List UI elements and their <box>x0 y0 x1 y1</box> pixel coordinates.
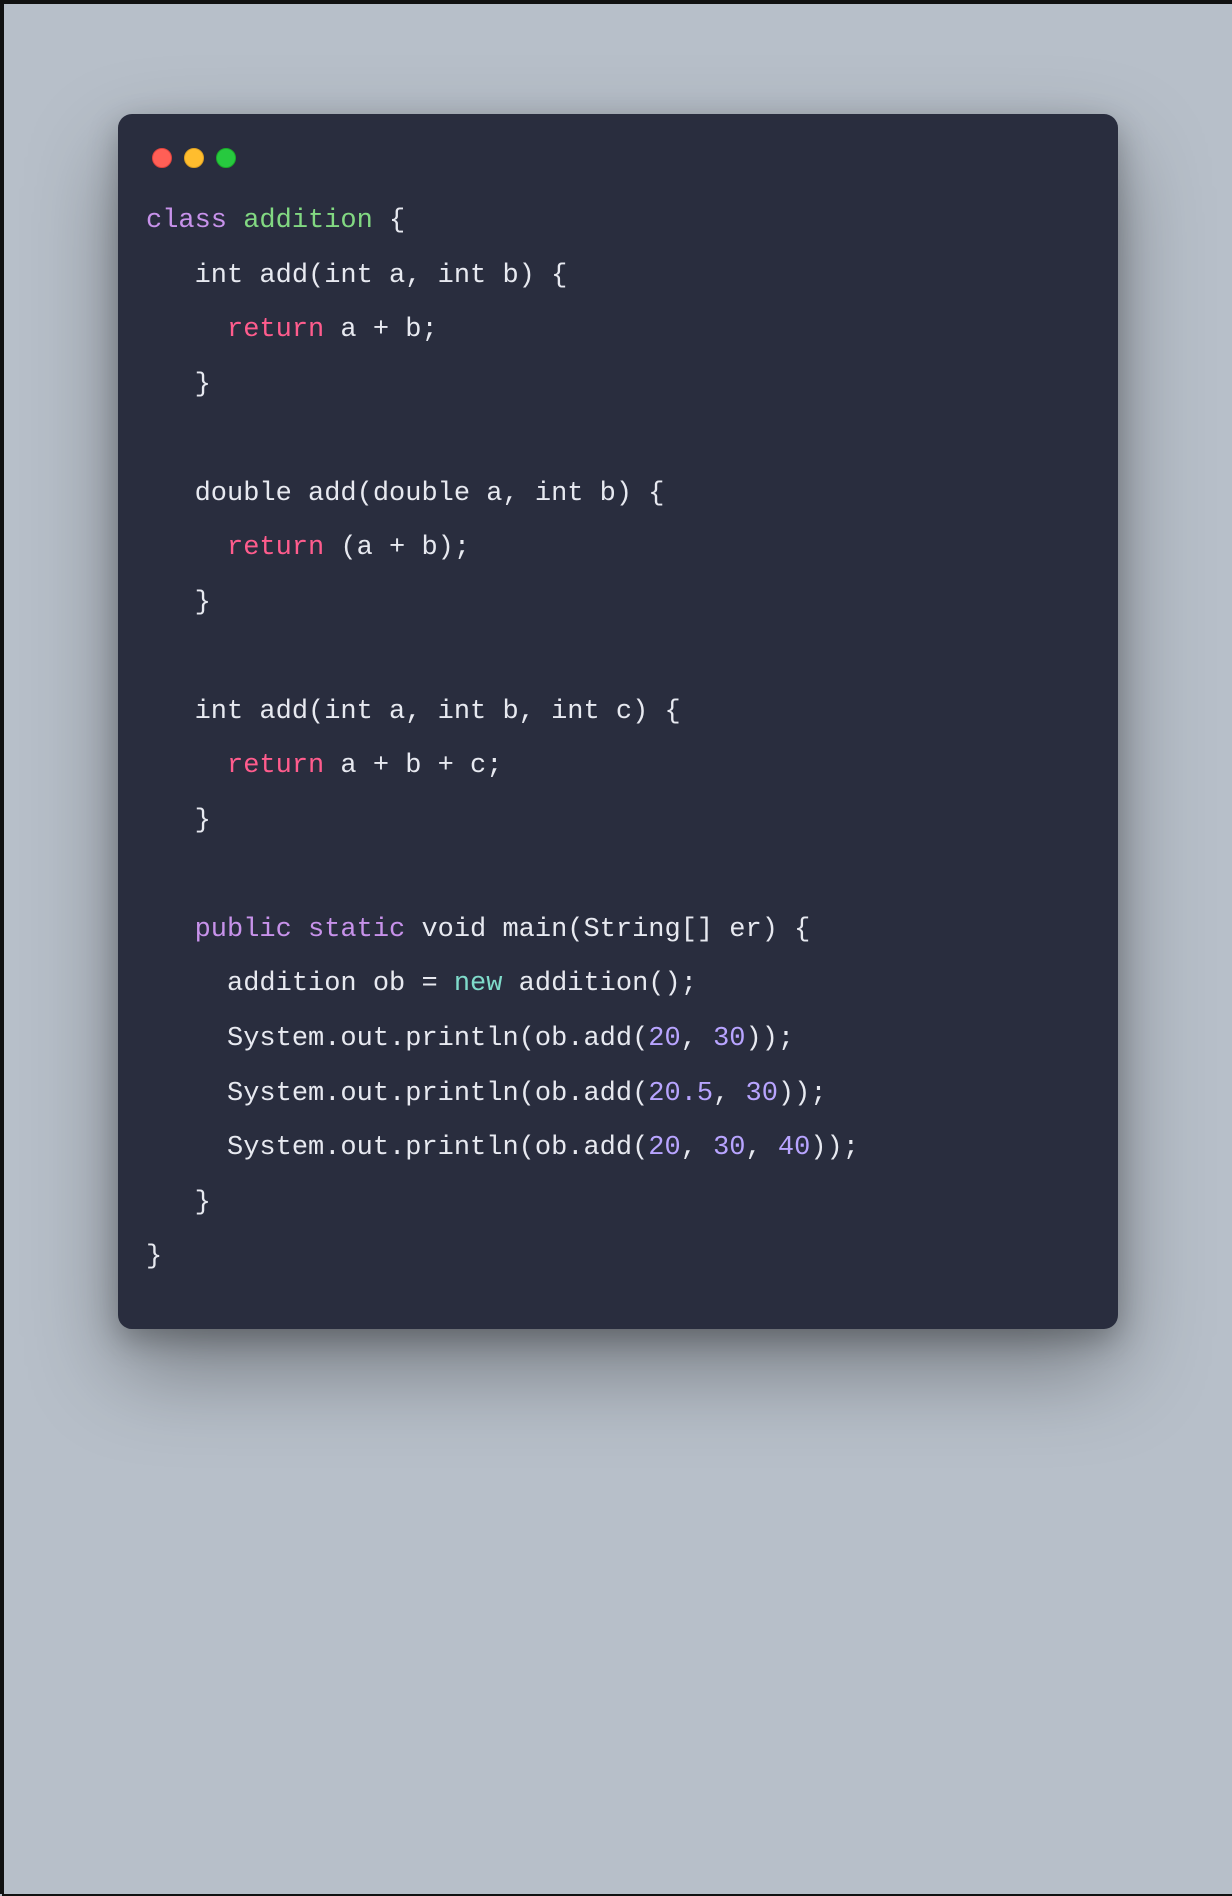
page-background: class addition { int add(int a, int b) {… <box>4 4 1232 1894</box>
number-literal: 40 <box>778 1133 810 1163</box>
code-text: , <box>681 1133 713 1163</box>
code-text: } <box>146 588 211 618</box>
code-text: , <box>713 1079 745 1109</box>
keyword-return: return <box>227 751 324 781</box>
code-text: int add(int a, int b) { <box>146 261 567 291</box>
keyword-return: return <box>227 315 324 345</box>
window-titlebar <box>146 148 1090 194</box>
code-text: System.out.println(ob.add( <box>146 1133 648 1163</box>
keyword-class: class <box>146 206 227 236</box>
code-text: int add(int a, int b, int c) { <box>146 697 681 727</box>
code-text: , <box>746 1133 778 1163</box>
code-text: )); <box>746 1024 795 1054</box>
code-text: } <box>146 370 211 400</box>
code-block: class addition { int add(int a, int b) {… <box>146 194 1090 1285</box>
number-literal: 30 <box>746 1079 778 1109</box>
code-text: a + b + c; <box>324 751 502 781</box>
code-text: (a + b); <box>324 533 470 563</box>
code-text: a + b; <box>324 315 437 345</box>
code-text: , <box>681 1024 713 1054</box>
keyword-public: public <box>195 915 292 945</box>
maximize-icon[interactable] <box>216 148 236 168</box>
code-text: { <box>373 206 405 236</box>
code-text: } <box>146 1242 162 1272</box>
code-text: } <box>146 1188 211 1218</box>
code-text: double add(double a, int b) { <box>146 479 664 509</box>
code-text: void main(String[] er) { <box>405 915 810 945</box>
code-text: )); <box>810 1133 859 1163</box>
code-text: System.out.println(ob.add( <box>146 1024 648 1054</box>
keyword-static: static <box>308 915 405 945</box>
code-text: } <box>146 806 211 836</box>
number-literal: 30 <box>713 1024 745 1054</box>
code-text: )); <box>778 1079 827 1109</box>
code-text: System.out.println(ob.add( <box>146 1079 648 1109</box>
keyword-return: return <box>227 533 324 563</box>
number-literal: 20 <box>648 1024 680 1054</box>
close-icon[interactable] <box>152 148 172 168</box>
keyword-new: new <box>454 969 503 999</box>
code-text: addition ob = <box>146 969 454 999</box>
code-window: class addition { int add(int a, int b) {… <box>118 114 1118 1329</box>
minimize-icon[interactable] <box>184 148 204 168</box>
code-text: addition(); <box>502 969 696 999</box>
number-literal: 20.5 <box>648 1079 713 1109</box>
number-literal: 20 <box>648 1133 680 1163</box>
class-name: addition <box>243 206 373 236</box>
number-literal: 30 <box>713 1133 745 1163</box>
